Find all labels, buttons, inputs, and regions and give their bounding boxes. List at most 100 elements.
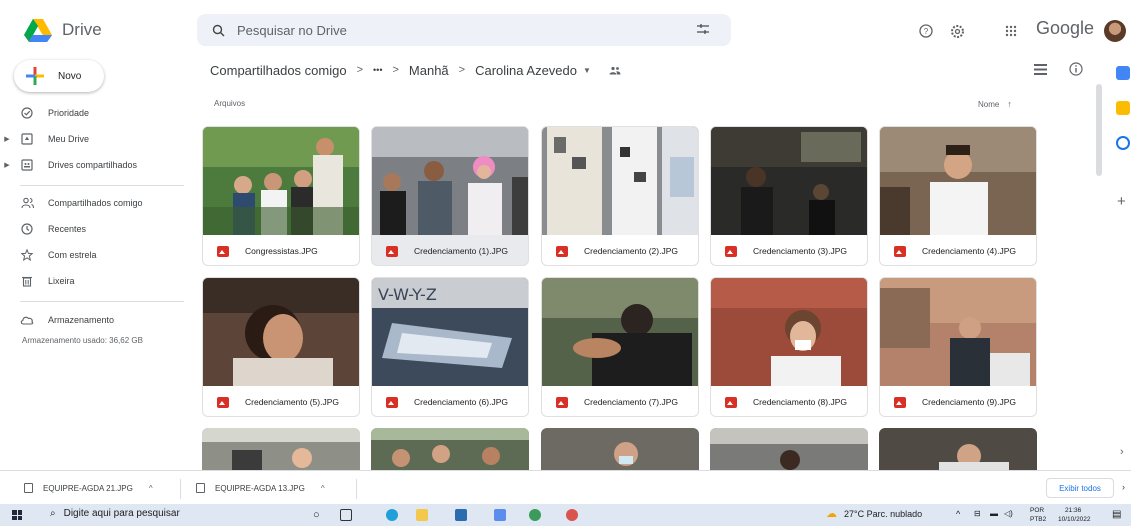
keep-icon[interactable] (1116, 101, 1130, 115)
file-icon (24, 483, 33, 493)
list-view-icon[interactable] (1032, 61, 1048, 77)
file-card-partial[interactable] (541, 428, 699, 470)
file-card[interactable]: Credenciamento (1).JPG (371, 126, 529, 266)
info-icon[interactable] (1068, 61, 1084, 77)
mail-icon[interactable] (455, 509, 467, 521)
photo-thumbnail (542, 278, 698, 386)
file-card[interactable]: Credenciamento (3).JPG (710, 126, 868, 266)
file-card-partial[interactable] (710, 428, 868, 470)
sidebar-item-com-estrela[interactable]: Com estrela (0, 244, 190, 266)
taskbar-search[interactable]: ⌕ Digite aqui para pesquisar (50, 508, 180, 519)
svg-text:?: ? (924, 27, 929, 36)
drive-logo[interactable]: Drive (24, 18, 102, 42)
arrow-up-icon[interactable]: ↑ (1007, 99, 1012, 109)
star-icon (20, 248, 34, 262)
photo-thumbnail (203, 127, 359, 235)
file-name: Credenciamento (9).JPG (922, 397, 1017, 407)
clock-date[interactable]: 10/10/2022 (1058, 516, 1091, 523)
calendar-icon[interactable] (1116, 66, 1130, 80)
sidebar-item-recentes[interactable]: Recentes (0, 218, 190, 240)
drive-app: Drive Pesquisar no Drive ? Google Novo P… (0, 0, 1131, 526)
task-view-icon[interactable] (340, 509, 352, 521)
apps-grid-icon[interactable] (1002, 22, 1020, 40)
add-addon-icon[interactable]: + (1117, 193, 1126, 210)
new-button[interactable]: Novo (14, 60, 104, 92)
download-file-name: EQUIPRE-AGDA 13.JPG (215, 483, 305, 493)
file-name: Credenciamento (2).JPG (584, 246, 679, 256)
sort-by-name[interactable]: Nome ↑ (978, 99, 1012, 109)
file-card[interactable]: Credenciamento (8).JPG (710, 277, 868, 417)
breadcrumb-parent[interactable]: Manhã (409, 63, 449, 78)
google-account-label[interactable]: Google (1036, 18, 1094, 39)
settings-icon[interactable] (948, 22, 966, 40)
expand-caret-icon[interactable]: ▶ (0, 135, 14, 143)
search-bar[interactable]: Pesquisar no Drive (197, 14, 731, 46)
expand-caret-icon[interactable]: ▶ (0, 161, 14, 169)
show-all-downloads-button[interactable]: Exibir todos (1046, 478, 1114, 498)
tasks-icon[interactable] (1116, 136, 1130, 150)
people-shared-icon (609, 63, 621, 78)
file-name: Credenciamento (4).JPG (922, 246, 1017, 256)
file-card[interactable]: Credenciamento (9).JPG (879, 277, 1037, 417)
language-code[interactable]: POR (1030, 507, 1044, 514)
store-icon[interactable] (494, 509, 506, 521)
photo-thumbnail (710, 428, 868, 470)
sidebar-item-meu-drive[interactable]: ▶ Meu Drive (0, 128, 190, 150)
chrome-profile-icon[interactable] (566, 509, 578, 521)
download-item[interactable]: EQUIPRE-AGDA 13.JPG ^ (196, 480, 325, 496)
photo-thumbnail (711, 127, 867, 235)
sidebar-item-label: Recentes (48, 224, 87, 234)
sidebar-item-armazenamento[interactable]: Armazenamento (0, 309, 190, 331)
weather-text[interactable]: 27°C Parc. nublado (844, 509, 922, 519)
avatar[interactable] (1104, 20, 1126, 42)
file-card[interactable]: Credenciamento (7).JPG (541, 277, 699, 417)
file-card[interactable]: Congressistas.JPG (202, 126, 360, 266)
taskbar-search-input[interactable]: Digite aqui para pesquisar (64, 508, 180, 519)
breadcrumb-current[interactable]: Carolina Azevedo (475, 63, 577, 78)
download-item[interactable]: EQUIPRE-AGDA 21.JPG ^ (24, 480, 153, 496)
search-options-icon[interactable] (693, 23, 713, 38)
clock-icon (20, 222, 34, 236)
help-icon[interactable]: ? (917, 22, 935, 40)
breadcrumb-ellipsis[interactable]: ••• (373, 65, 382, 75)
file-card-partial[interactable] (371, 428, 529, 470)
windows-taskbar: ⌕ Digite aqui para pesquisar ○ ☁ 27°C Pa… (0, 504, 1131, 526)
volume-icon[interactable]: ◁) (1004, 509, 1013, 518)
sidebar-item-lixeira[interactable]: Lixeira (0, 270, 190, 292)
new-button-label: Novo (58, 70, 82, 82)
search-input[interactable]: Pesquisar no Drive (237, 23, 693, 38)
file-card[interactable]: Credenciamento (2).JPG (541, 126, 699, 266)
shared-drives-icon (20, 158, 34, 172)
file-explorer-icon[interactable] (416, 509, 428, 521)
file-card-partial[interactable] (879, 428, 1037, 470)
dropdown-caret-icon[interactable]: ▼ (583, 66, 591, 75)
cortana-icon[interactable]: ○ (313, 509, 320, 521)
chrome-icon[interactable] (529, 509, 541, 521)
search-icon[interactable] (209, 21, 227, 39)
file-card[interactable]: V-W-Y-Z Credenciamento (6).JPG (371, 277, 529, 417)
search-icon: ⌕ (50, 508, 56, 519)
file-card[interactable]: Credenciamento (4).JPG (879, 126, 1037, 266)
file-card-partial[interactable] (202, 428, 360, 470)
file-card[interactable]: Credenciamento (5).JPG (202, 277, 360, 417)
scrollbar-thumb[interactable] (1096, 84, 1102, 176)
chevron-up-icon[interactable]: ^ (321, 484, 325, 493)
edge-icon[interactable] (386, 509, 398, 521)
sidebar-item-compartilhados-comigo[interactable]: Compartilhados comigo (0, 192, 190, 214)
windows-start-icon[interactable] (12, 510, 22, 520)
chevron-right-icon[interactable]: › (1120, 446, 1124, 458)
keyboard-layout[interactable]: PTB2 (1030, 516, 1046, 523)
photo-thumbnail (542, 127, 698, 235)
chevron-up-icon[interactable]: ^ (956, 509, 960, 519)
image-file-icon (725, 396, 737, 408)
chevron-up-icon[interactable]: ^ (149, 484, 153, 493)
network-icon[interactable]: ⊟ (974, 509, 981, 518)
battery-icon[interactable]: ▬ (990, 509, 998, 518)
photo-thumbnail (880, 278, 1036, 386)
breadcrumb-root[interactable]: Compartilhados comigo (210, 63, 347, 78)
clock-time[interactable]: 21:36 (1065, 507, 1081, 514)
notifications-icon[interactable]: ▤ (1112, 509, 1121, 520)
close-icon[interactable]: › (1122, 482, 1125, 492)
sidebar-item-drives-compartilhados[interactable]: ▶ Drives compartilhados (0, 154, 190, 176)
sidebar-item-prioridade[interactable]: Prioridade (0, 102, 190, 124)
